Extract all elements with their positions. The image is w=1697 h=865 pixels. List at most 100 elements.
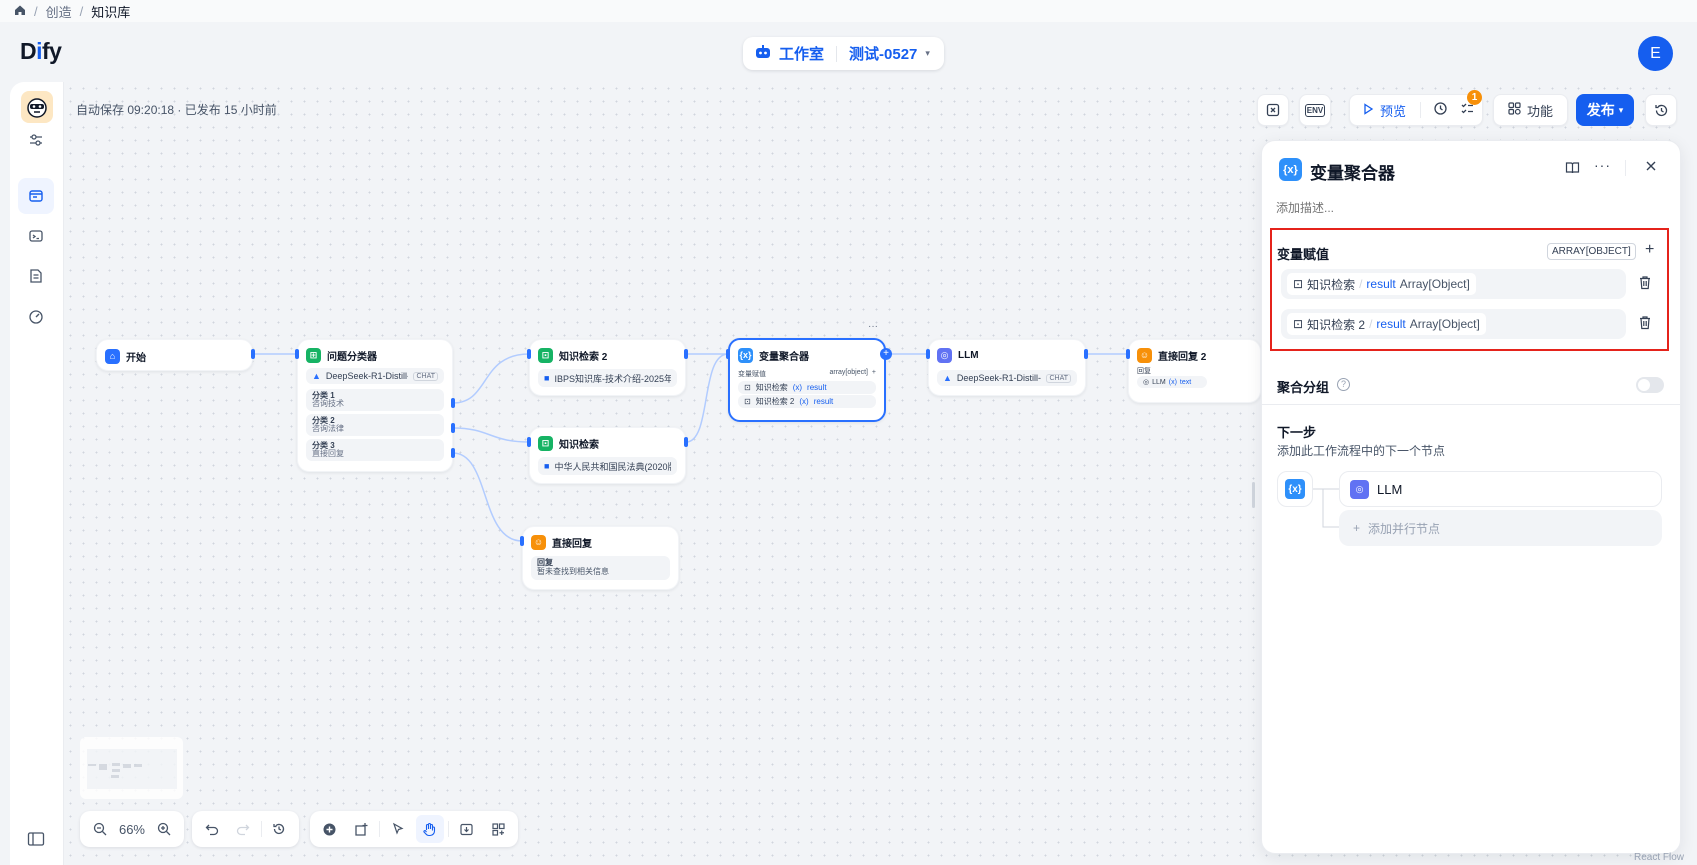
- class-item[interactable]: 分类 2 咨询法律: [306, 414, 444, 436]
- model-tag: CHAT: [413, 371, 438, 381]
- history-toolbar: [192, 811, 299, 847]
- close-icon[interactable]: [1645, 160, 1657, 175]
- node-handle[interactable]: [451, 398, 455, 408]
- variable-pill[interactable]: ⊡ 知识检索 / result Array[Object]: [1287, 273, 1476, 295]
- azure-icon: ▲: [312, 371, 321, 381]
- zoom-level[interactable]: 66%: [117, 822, 146, 837]
- variable-aggregator-node[interactable]: {x} 变量聚合器 变量赋值 array[object] + ⊡ 知识检索 (x) res…: [728, 338, 886, 422]
- group-toggle[interactable]: [1636, 377, 1664, 393]
- organize-blocks-icon[interactable]: [484, 815, 512, 843]
- next-step-title: 下一步: [1277, 425, 1317, 440]
- answer-ref: ◎ LLM (x) text: [1137, 376, 1207, 388]
- panel-title[interactable]: 变量聚合器: [1310, 159, 1395, 184]
- add-node-icon[interactable]: [316, 815, 344, 843]
- add-node-plus-icon[interactable]: +: [880, 348, 892, 360]
- node-title: LLM: [958, 349, 979, 361]
- next-step-desc: 添加此工作流程中的下一个节点: [1277, 444, 1446, 458]
- divider: [1625, 160, 1626, 176]
- export-image-icon[interactable]: [453, 815, 481, 843]
- folder-icon: ■: [544, 461, 550, 471]
- answer-label: 回复: [1137, 368, 1151, 375]
- node-handle[interactable]: [295, 349, 299, 359]
- home-icon: ⌂: [105, 348, 120, 364]
- start-node[interactable]: ⌂ 开始: [96, 339, 253, 371]
- redo-icon[interactable]: [229, 815, 256, 843]
- variable-pill[interactable]: ⊡ 知识检索 2 / result Array[Object]: [1287, 313, 1486, 335]
- hand-icon[interactable]: [416, 815, 444, 843]
- more-icon[interactable]: ···: [1594, 157, 1611, 173]
- book-icon: ⊡: [1293, 277, 1304, 291]
- node-handle[interactable]: [527, 349, 531, 359]
- dataset-item[interactable]: ■ 中华人民共和国民法典(2020版): [538, 457, 677, 475]
- model-selector[interactable]: ▲ DeepSeek-R1-Distill-... CHAT: [306, 368, 444, 384]
- node-more-icon[interactable]: ···: [868, 321, 878, 332]
- node-handle[interactable]: [520, 536, 524, 546]
- delete-trash-icon[interactable]: [1638, 275, 1652, 293]
- dataset-item[interactable]: ■IBPS知识库-技术介绍-2025年3...: [538, 369, 677, 387]
- pointer-icon[interactable]: [384, 815, 412, 843]
- node-handle[interactable]: [926, 349, 930, 359]
- aggregator-var[interactable]: ⊡ 知识检索 2 (x) result: [738, 395, 876, 408]
- answer-content: 回复 暂未查找到相关信息: [531, 556, 670, 580]
- node-handle[interactable]: [726, 349, 730, 359]
- variable-row[interactable]: ⊡ 知识检索 2 / result Array[Object]: [1281, 309, 1626, 339]
- minimap-nodes: [87, 749, 177, 789]
- minimap[interactable]: [80, 737, 183, 799]
- type-badge: ARRAY[OBJECT]: [1547, 243, 1636, 260]
- variable-icon: {x}: [1285, 479, 1305, 499]
- llm-node[interactable]: ◎ LLM ▲ DeepSeek-R1-Distill-... CHAT: [928, 339, 1086, 396]
- toolbar-divider: [447, 821, 449, 837]
- zoom-toolbar: 66%: [80, 811, 184, 847]
- answer-2-node[interactable]: ☺ 直接回复 2 回复 ◎ LLM (x) text: [1128, 339, 1261, 403]
- book-icon: ⊡: [744, 383, 751, 392]
- panel-resize-handle[interactable]: [1252, 482, 1255, 508]
- node-handle[interactable]: [527, 437, 531, 447]
- class-item[interactable]: 分类 3 直接回复: [306, 439, 444, 461]
- add-variable-plus-icon[interactable]: +: [1645, 241, 1654, 259]
- add-note-icon[interactable]: [348, 815, 376, 843]
- class-item[interactable]: 分类 1 咨询技术: [306, 389, 444, 411]
- next-node-llm[interactable]: ◎ LLM: [1339, 471, 1662, 507]
- node-title: 知识检索: [559, 439, 599, 451]
- answer-icon: ☺: [1137, 347, 1152, 363]
- help-icon[interactable]: ?: [1337, 378, 1350, 391]
- node-handle[interactable]: [1084, 349, 1088, 359]
- node-handle[interactable]: [451, 423, 455, 433]
- node-handle[interactable]: [1126, 349, 1130, 359]
- next-step-connector: [1313, 488, 1339, 528]
- react-flow-attribution[interactable]: React Flow: [1634, 852, 1684, 863]
- classifier-icon: ⊞: [306, 347, 321, 363]
- add-parallel-node-button[interactable]: + 添加并行节点: [1339, 510, 1662, 546]
- description-input[interactable]: [1276, 198, 1656, 218]
- knowledge-retrieval-node[interactable]: ⊡ 知识检索 ■ 中华人民共和国民法典(2020版): [529, 427, 686, 484]
- node-title: 直接回复 2: [1158, 351, 1207, 363]
- divider: [1262, 404, 1680, 405]
- knowledge-retrieval-2-node[interactable]: ⊡ 知识检索 2 ■IBPS知识库-技术介绍-2025年3...: [529, 339, 686, 396]
- node-title: 变量聚合器: [759, 351, 809, 363]
- node-title: 直接回复: [552, 538, 592, 550]
- aggregator-var[interactable]: ⊡ 知识检索 (x) result: [738, 381, 876, 394]
- undo-icon[interactable]: [198, 815, 225, 843]
- question-classifier-node[interactable]: ⊞ 问题分类器 ▲ DeepSeek-R1-Distill-... CHAT 分类…: [297, 339, 453, 472]
- model-tag: CHAT: [1046, 373, 1071, 383]
- current-node-icon: {x}: [1277, 471, 1313, 507]
- variable-icon: {x}: [738, 347, 753, 363]
- node-handle[interactable]: [451, 448, 455, 458]
- node-handle[interactable]: [684, 437, 688, 447]
- answer-node[interactable]: ☺ 直接回复 回复 暂未查找到相关信息: [522, 526, 679, 590]
- model-selector[interactable]: ▲ DeepSeek-R1-Distill-... CHAT: [937, 370, 1077, 386]
- zoom-out-icon[interactable]: [86, 815, 113, 843]
- history-icon[interactable]: [266, 815, 293, 843]
- delete-trash-icon[interactable]: [1638, 315, 1652, 333]
- node-handle[interactable]: [251, 349, 255, 359]
- llm-icon: ◎: [937, 347, 952, 363]
- zoom-in-icon[interactable]: [151, 815, 178, 843]
- node-handle[interactable]: [684, 349, 688, 359]
- help-book-icon[interactable]: [1565, 160, 1580, 178]
- variable-row[interactable]: ⊡ 知识检索 / result Array[Object]: [1281, 269, 1626, 299]
- book-icon: ⊡: [744, 397, 751, 406]
- aggregator-label-row: 变量赋值 array[object] +: [738, 369, 876, 378]
- variable-icon: {x}: [1279, 158, 1302, 181]
- folder-icon: ■: [544, 373, 550, 383]
- group-label: 聚合分组: [1277, 380, 1330, 395]
